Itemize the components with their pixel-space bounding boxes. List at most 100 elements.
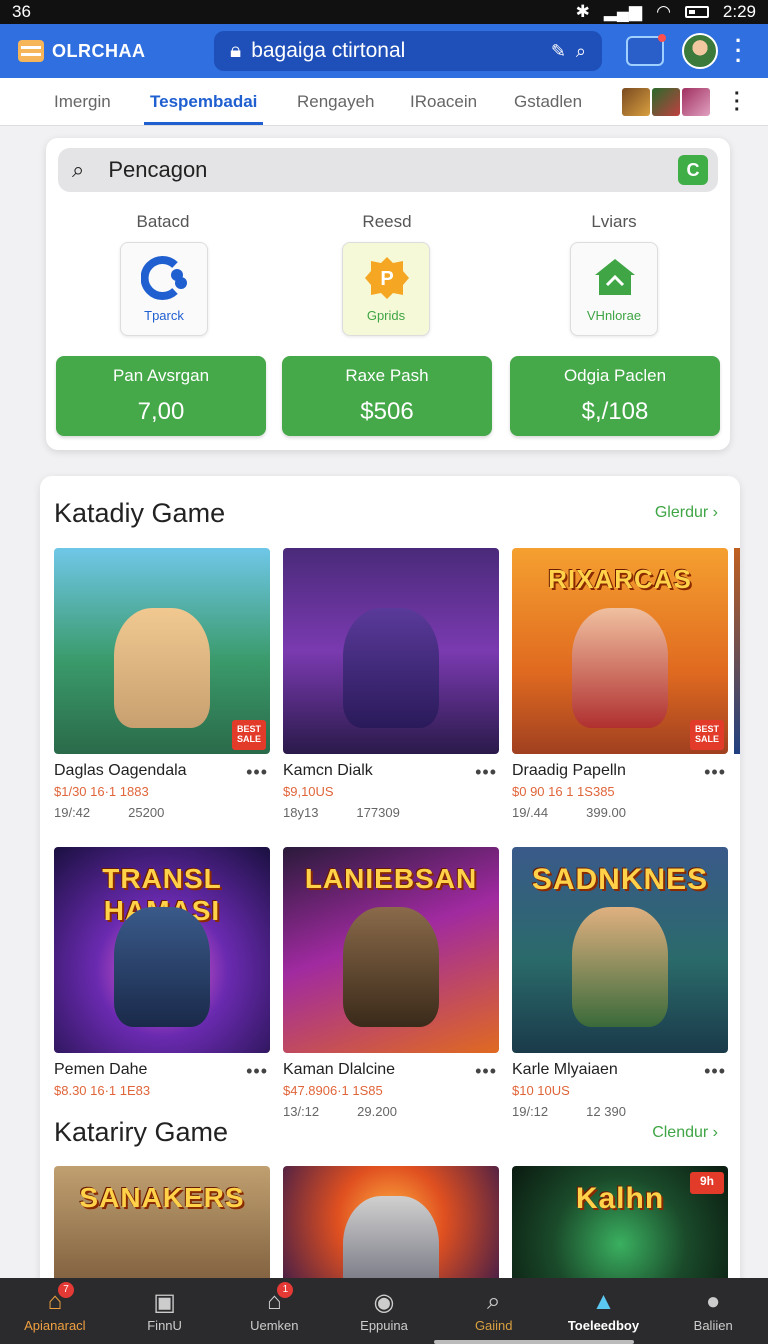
- game-card[interactable]: LANIEBSAN Kaman Dlalcine ••• $47.8906·1 …: [283, 847, 499, 1119]
- game-card[interactable]: RIXARCAS BEST SALE Draadig Papelln ••• $…: [512, 548, 728, 820]
- logo-icon: [18, 40, 44, 62]
- store-icon: ▲: [591, 1288, 616, 1315]
- thumbnail[interactable]: [652, 88, 680, 116]
- search-bar[interactable]: ⌕ Pencagon C: [58, 148, 718, 192]
- game-meta: 18y13: [283, 805, 319, 820]
- shortcut-tparck[interactable]: Tparck: [120, 242, 208, 336]
- game-price: $1/30 16·1 1883: [54, 784, 149, 799]
- game-artwork: TRANSL HAMASI: [54, 847, 270, 1053]
- sale-badge: BEST SALE: [690, 720, 724, 750]
- nav-label: FinnU: [147, 1318, 182, 1333]
- game-artwork: SANAKERS: [54, 1166, 270, 1296]
- wifi-icon: ◠: [656, 2, 671, 21]
- brand-logo[interactable]: OLRCHAA: [18, 40, 146, 62]
- stat-card[interactable]: Pan Avsrgan 7,00: [56, 356, 266, 436]
- game-meta: 13/:12: [283, 1104, 320, 1119]
- signal-icon: ▂▄▆: [603, 2, 643, 21]
- more-options-icon[interactable]: •••: [475, 1061, 497, 1082]
- section-more-link[interactable]: Glerdur ›: [655, 504, 718, 522]
- game-meta: 19/:12: [512, 1104, 549, 1119]
- search-input[interactable]: Pencagon: [108, 157, 207, 183]
- recent-thumbnails[interactable]: [622, 88, 710, 116]
- game-title: Kamcn Dialk: [283, 762, 373, 779]
- stat-value: 7,00: [137, 398, 185, 425]
- shortcut-gprids[interactable]: P Gprids: [342, 242, 430, 336]
- game-card[interactable]: [283, 1166, 499, 1296]
- tabs-more-icon[interactable]: · · ·: [734, 84, 741, 120]
- games-panel: Katadiy Game Glerdur › BEST SALE Daglas …: [40, 476, 740, 1296]
- nav-label: Toeleedboy: [567, 1318, 640, 1333]
- nav-baliien[interactable]: ● Baliien: [658, 1278, 768, 1344]
- compass-icon: ◉: [373, 1289, 395, 1316]
- search-action-button[interactable]: C: [678, 155, 708, 185]
- game-card[interactable]: SANAKERS: [54, 1166, 270, 1296]
- section-more-link[interactable]: Clendur ›: [652, 1124, 718, 1142]
- more-options-icon[interactable]: •••: [704, 1061, 726, 1082]
- more-options-icon[interactable]: •••: [246, 762, 268, 783]
- tab-gstadlen[interactable]: Gstadlen: [514, 92, 582, 112]
- game-artwork: BEST SALE: [54, 548, 270, 754]
- avatar[interactable]: [682, 33, 718, 69]
- battery-icon: [684, 6, 709, 18]
- nav-apianaracl[interactable]: ⌂ 7 Apianaracl: [0, 1278, 110, 1344]
- thumbnail[interactable]: [682, 88, 710, 116]
- bag-icon: ⌂: [267, 1288, 282, 1315]
- home-indicator[interactable]: [434, 1340, 634, 1344]
- game-title: Pemen Dahe: [54, 1061, 148, 1078]
- game-artwork: Kalhn 9h: [512, 1166, 728, 1296]
- game-price: $47.8906·1 1S85: [283, 1083, 383, 1098]
- nav-gaiind[interactable]: ⌕ Gaiind: [439, 1278, 549, 1344]
- game-title: Kaman Dlalcine: [283, 1061, 396, 1078]
- cast-icon[interactable]: [626, 34, 666, 66]
- tab-iroacein[interactable]: IRoacein: [410, 92, 477, 112]
- bottom-navigation: ⌂ 7 Apianaracl ▣ FinnU ⌂ 1 Uemken ◉ Eppu…: [0, 1278, 768, 1344]
- stat-label: Raxe Pash: [345, 366, 429, 385]
- more-label: Glerdur: [654, 504, 709, 521]
- stat-value: $506: [360, 398, 414, 425]
- game-card[interactable]: TRANSL HAMASI Pemen Dahe ••• $8.30 16·1 …: [54, 847, 270, 1098]
- home-icon: [595, 259, 635, 295]
- game-artwork: RIXARCAS BEST SALE: [512, 548, 728, 754]
- shortcut-heading: Lviars: [591, 212, 637, 231]
- status-bar: 36 ✱ ▂▄▆ ◠ 2:29: [0, 0, 768, 24]
- bluetooth-icon: ✱: [575, 2, 590, 21]
- stat-card[interactable]: Raxe Pash $506: [282, 356, 492, 436]
- game-card[interactable]: SADNKNES Karle Mlyaiaen ••• $10 10US 19/…: [512, 847, 728, 1119]
- game-artwork: SADNKNES: [512, 847, 728, 1053]
- shortcut-vhnlorae[interactable]: VHnlorae: [570, 242, 658, 336]
- nav-eppuina[interactable]: ◉ Eppuina: [329, 1278, 439, 1344]
- film-icon: ▣: [153, 1289, 176, 1316]
- address-bar[interactable]: 🔒︎ bagaiga ctirtonal ✎ ⌕: [214, 31, 602, 71]
- nav-toeleedboy[interactable]: ▲ Toeleedboy: [549, 1278, 659, 1344]
- app-header: OLRCHAA 🔒︎ bagaiga ctirtonal ✎ ⌕ · · ·: [0, 24, 768, 78]
- person-icon: ●: [705, 1288, 721, 1315]
- nav-label: Gaiind: [474, 1318, 513, 1333]
- chevron-right-icon: ›: [712, 504, 718, 521]
- game-artwork: LANIEBSAN: [283, 847, 499, 1053]
- search-icon[interactable]: ⌕: [576, 41, 586, 62]
- shortcut-heading: Batacd: [136, 212, 190, 231]
- more-menu-icon[interactable]: · · ·: [735, 30, 742, 72]
- game-card[interactable]: BEST SALE Daglas Oagendala ••• $1/30 16·…: [54, 548, 270, 820]
- tab-imergin[interactable]: Imergin: [54, 92, 111, 112]
- edit-icon[interactable]: ✎: [551, 41, 566, 62]
- thumbnail[interactable]: [622, 88, 650, 116]
- nav-finnu[interactable]: ▣ FinnU: [110, 1278, 220, 1344]
- tab-rengayeh[interactable]: Rengayeh: [297, 92, 375, 112]
- status-time: 2:29: [722, 2, 756, 21]
- more-options-icon[interactable]: •••: [475, 762, 497, 783]
- game-meta: 25200: [128, 805, 165, 820]
- tab-bar: Imergin Tespembadai Rengayeh IRoacein Gs…: [0, 78, 768, 126]
- stat-card[interactable]: Odgia Paclen $,/108: [510, 356, 720, 436]
- nav-uemken[interactable]: ⌂ 1 Uemken: [219, 1278, 329, 1344]
- shortcut-caption: Gprids: [366, 308, 406, 323]
- search-icon: ⌕: [72, 157, 85, 182]
- tab-tespembadai[interactable]: Tespembadai: [143, 92, 264, 125]
- more-options-icon[interactable]: •••: [246, 1061, 268, 1082]
- more-options-icon[interactable]: •••: [704, 762, 726, 783]
- stat-label: Pan Avsrgan: [112, 366, 210, 385]
- game-card[interactable]: Kamcn Dialk ••• $9,10US 18y13 177309: [283, 548, 499, 820]
- game-card[interactable]: Kalhn 9h: [512, 1166, 728, 1296]
- game-artwork: [283, 548, 499, 754]
- section-title: Katadiy Game: [54, 498, 226, 528]
